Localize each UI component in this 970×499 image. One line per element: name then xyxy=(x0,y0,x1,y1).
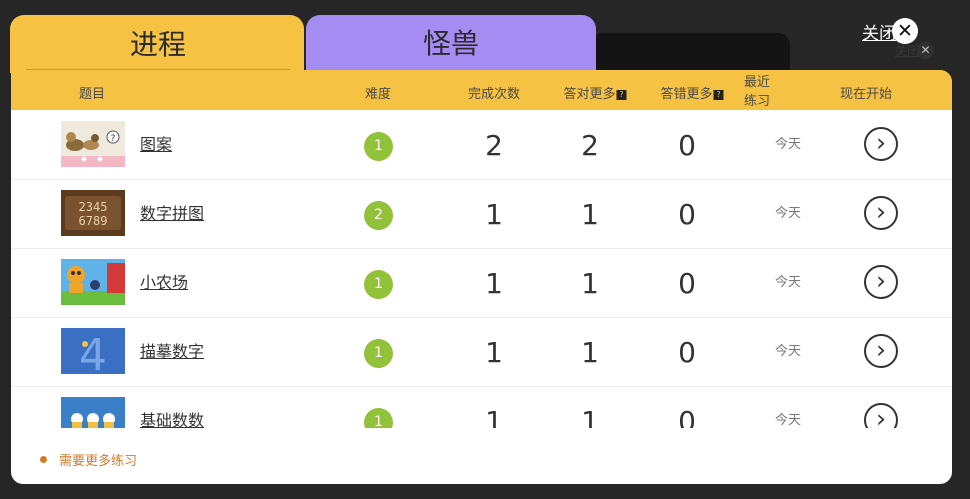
header-completed: 完成次数 xyxy=(467,87,521,102)
legend-dot-icon xyxy=(40,456,47,463)
legend-text: 需要更多练习 xyxy=(59,454,138,469)
table-row: 小农场 1 1 1 0 今天 › xyxy=(11,248,952,318)
header-wrong-more-label: 答错更多 xyxy=(660,87,713,102)
correct-more-count: 1 xyxy=(581,405,599,428)
completed-count: 2 xyxy=(485,129,503,162)
start-arrow-icon[interactable]: › xyxy=(864,334,898,368)
completed-count: 1 xyxy=(485,267,503,300)
topic-link[interactable]: 描摹数字 xyxy=(140,317,204,386)
recent-practice: 今天 xyxy=(774,413,802,428)
tab-background xyxy=(592,33,790,73)
flag-icon: ? xyxy=(713,90,724,100)
close-x-icon: ✕ xyxy=(892,18,918,44)
tab-progress[interactable]: 进程 xyxy=(10,15,304,73)
start-arrow-icon[interactable]: › xyxy=(864,127,898,161)
correct-more-count: 2 xyxy=(581,129,599,162)
recent-practice: 今天 xyxy=(774,137,802,152)
close-label: 关闭 xyxy=(862,23,896,44)
close-button[interactable]: 关闭 ✕ xyxy=(862,17,918,45)
table-header: 题目 难度 完成次数 答对更多? 答错更多? 最近练习 现在开始 xyxy=(11,70,952,110)
difficulty-badge: 2 xyxy=(364,201,393,230)
tab-monster-label: 怪兽 xyxy=(422,27,479,60)
table-row: 2345 6789 数字拼图 2 1 1 0 今天 › xyxy=(11,179,952,249)
table-row: 4 描摹数字 1 1 1 0 今天 › xyxy=(11,317,952,387)
difficulty-badge: 1 xyxy=(364,132,393,161)
difficulty-badge: 1 xyxy=(364,408,393,428)
correct-more-count: 1 xyxy=(581,267,599,300)
start-arrow-icon[interactable]: › xyxy=(864,196,898,230)
thumbnail-trace-digits: 4 xyxy=(61,328,125,374)
header-difficulty: 难度 xyxy=(364,87,392,102)
svg-text:?: ? xyxy=(111,134,116,144)
header-wrong-more: 答错更多? xyxy=(660,83,724,102)
puzzle-digits-bottom: 6789 xyxy=(79,214,108,228)
puzzle-digits-top: 2345 xyxy=(79,200,108,214)
start-arrow-icon[interactable]: › xyxy=(864,403,898,428)
tab-monster[interactable]: 怪兽 xyxy=(306,15,596,71)
thumbnail-basic-counting xyxy=(61,397,125,428)
table-row: ? 图案 1 2 2 0 今天 › xyxy=(11,110,952,180)
trace-digit: 4 xyxy=(79,330,107,374)
thumbnail-number-puzzle: 2345 6789 xyxy=(61,190,125,236)
difficulty-badge: 1 xyxy=(364,270,393,299)
thumbnail-pattern: ? xyxy=(61,121,125,167)
close-x-icon-background: ✕ xyxy=(917,42,935,59)
topic-link[interactable]: 基础数数 xyxy=(140,386,204,428)
wrong-more-count: 0 xyxy=(678,336,696,369)
thumbnail-small-farm xyxy=(61,259,125,305)
table-body: ? 图案 1 2 2 0 今天 › 2345 6789 数字拼图 2 1 1 0… xyxy=(11,110,952,428)
legend: 需要更多练习 xyxy=(40,450,137,469)
completed-count: 1 xyxy=(485,405,503,428)
difficulty-badge: 1 xyxy=(364,339,393,368)
header-correct-more-label: 答对更多 xyxy=(563,87,616,102)
correct-more-count: 1 xyxy=(581,336,599,369)
progress-panel: 题目 难度 完成次数 答对更多? 答错更多? 最近 练习 现在开始 ? 图案 1… xyxy=(11,70,952,484)
header-recent: 最近 练习 xyxy=(744,73,770,111)
flag-icon: ? xyxy=(616,90,627,100)
wrong-more-count: 0 xyxy=(678,129,696,162)
header-topic: 题目 xyxy=(78,87,106,102)
completed-count: 1 xyxy=(485,198,503,231)
topic-link[interactable]: 小农场 xyxy=(140,248,188,317)
completed-count: 1 xyxy=(485,336,503,369)
correct-more-count: 1 xyxy=(581,198,599,231)
header-recent-line1: 最近 xyxy=(744,75,771,90)
header-correct-more: 答对更多? xyxy=(563,83,627,102)
header-start-now: 现在开始 xyxy=(839,87,893,102)
topic-link[interactable]: 数字拼图 xyxy=(140,179,204,248)
wrong-more-count: 0 xyxy=(678,198,696,231)
header-recent-line2: 练习 xyxy=(744,94,771,109)
recent-practice: 今天 xyxy=(774,206,802,221)
recent-practice: 今天 xyxy=(774,275,802,290)
table-row: 基础数数 1 1 1 0 今天 › xyxy=(11,386,952,428)
wrong-more-count: 0 xyxy=(678,405,696,428)
recent-practice: 今天 xyxy=(774,344,802,359)
topic-link[interactable]: 图案 xyxy=(140,110,172,179)
wrong-more-count: 0 xyxy=(678,267,696,300)
tab-progress-label: 进程 xyxy=(26,15,290,70)
start-arrow-icon[interactable]: › xyxy=(864,265,898,299)
